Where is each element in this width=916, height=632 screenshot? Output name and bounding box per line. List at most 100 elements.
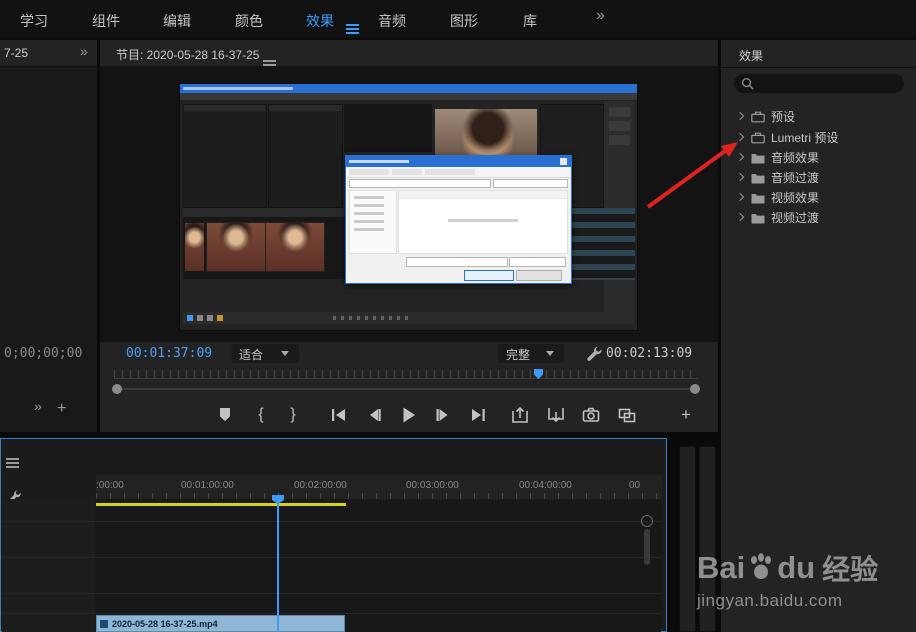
clip-thumbnail-2 <box>266 223 324 271</box>
program-panel-title[interactable]: 节目: 2020-05-28 16-37-25 <box>116 46 259 63</box>
effects-bin-video-transitions[interactable]: 视频过渡 <box>721 207 916 226</box>
mark-out-button[interactable]: } <box>280 402 306 428</box>
lift-button[interactable] <box>507 402 533 428</box>
playback-quality-dropdown[interactable]: 完整 <box>498 344 564 363</box>
button-editor-add-button[interactable]: + <box>673 402 699 428</box>
comparison-icon <box>616 404 638 426</box>
premiere-app-window: 学习 组件 编辑 颜色 效果 音频 图形 库 » 7-25 » 0;00;00;… <box>0 0 916 632</box>
zoom-level-dropdown[interactable]: 适合 <box>231 344 299 363</box>
zoom-handle-right[interactable] <box>690 384 700 394</box>
ruler-label: 00 <box>629 480 640 491</box>
nav-item <box>354 204 384 207</box>
watermark-suffix: 经验 <box>822 548 878 588</box>
play-button[interactable] <box>395 402 421 428</box>
empty-list-message <box>448 219 518 222</box>
zoom-handle-left[interactable] <box>112 384 122 394</box>
timeline-playhead-line[interactable] <box>277 501 279 631</box>
chevron-right-icon[interactable] <box>736 112 744 120</box>
timeline-vertical-scrollbar[interactable] <box>644 529 650 565</box>
timeline-zoom-handle[interactable] <box>641 515 653 527</box>
plus-glyph: + <box>681 405 691 425</box>
timeline-ruler[interactable]: :00:00 00:01:00:00 00:02:00:00 00:03:00:… <box>96 475 662 499</box>
dialog-nav-pane <box>349 190 397 254</box>
tab-effects-active[interactable]: 效果 <box>306 11 334 31</box>
export-frame-button[interactable] <box>578 402 604 428</box>
paw-icon <box>746 551 776 586</box>
workspace-tab-bar: 学习 组件 编辑 颜色 效果 音频 图形 库 » <box>0 0 916 38</box>
effects-bin-label: 视频过渡 <box>771 209 819 226</box>
clip-thumbnail-sliver <box>185 223 204 271</box>
mark-in-button[interactable]: { <box>248 402 274 428</box>
effects-bin-audio-effects[interactable]: 音频效果 <box>721 147 916 166</box>
toolbar-overflow-chevrons[interactable]: » <box>34 398 42 414</box>
tab-audio[interactable]: 音频 <box>378 11 406 31</box>
timeline-clip[interactable]: 2020-05-28 16-37-25.mp4 <box>96 615 345 632</box>
lift-icon <box>509 404 531 426</box>
tab-overflow-chevrons[interactable]: » <box>596 7 605 25</box>
timeline-panel-menu-icon[interactable] <box>6 462 19 464</box>
chip <box>197 315 203 321</box>
go-to-out-button[interactable] <box>465 402 491 428</box>
toolbar-segment <box>349 169 389 175</box>
go-to-in-button[interactable] <box>326 402 352 428</box>
inner-menubar <box>180 93 637 100</box>
track-separator <box>2 557 661 558</box>
ruler-label: 00:02:00:00 <box>294 480 347 491</box>
settings-wrench-icon[interactable] <box>586 345 603 367</box>
toolbar-segment <box>392 169 422 175</box>
watermark-brand-right: du <box>777 550 815 586</box>
effects-bin-audio-transitions[interactable]: 音频过渡 <box>721 167 916 186</box>
dialog-filetype-dropdown <box>509 257 566 267</box>
work-area-bar[interactable] <box>96 503 346 506</box>
effects-bin-video-effects[interactable]: 视频效果 <box>721 187 916 206</box>
add-marker-button[interactable] <box>212 402 238 428</box>
tab-menu-icon[interactable] <box>346 28 359 30</box>
play-icon <box>397 404 419 426</box>
inner-right-slot <box>609 121 630 131</box>
program-monitor-panel: 节目: 2020-05-28 16-37-25 <box>100 40 718 432</box>
effects-search-input[interactable] <box>734 74 904 93</box>
inner-panel-left-b <box>268 104 343 208</box>
step-forward-icon <box>432 404 454 426</box>
tab-libraries[interactable]: 库 <box>523 11 537 31</box>
ruler-label: 00:01:00:00 <box>181 480 234 491</box>
nav-item <box>354 228 384 231</box>
preset-bin-icon <box>751 110 765 128</box>
program-current-timecode[interactable]: 00:01:37:09 <box>126 346 212 361</box>
mini-transport-dots <box>333 316 413 320</box>
toolbar-add-button[interactable]: + <box>57 400 66 418</box>
tab-learn[interactable]: 学习 <box>20 11 48 31</box>
inner-file-dialog <box>345 155 572 284</box>
watermark: Bai du 经验 jingyan.baidu.com <box>697 548 912 611</box>
search-icon <box>741 77 754 95</box>
source-timecode: 0;00;00;00 <box>4 346 82 361</box>
effects-panel-title[interactable]: 效果 <box>739 47 763 64</box>
step-back-button[interactable] <box>361 402 387 428</box>
effects-panel: 效果 预设 Lumetri 预设 音频效果 音频过渡 <box>721 40 916 632</box>
tab-edit[interactable]: 编辑 <box>163 11 191 31</box>
clip-thumbnail-1 <box>207 223 265 271</box>
panel-collapse-chevrons[interactable]: » <box>80 43 88 59</box>
dialog-titlebar <box>346 156 571 167</box>
comparison-view-button[interactable] <box>614 402 640 428</box>
inner-panel-header <box>184 105 266 111</box>
dialog-title-text <box>349 160 409 163</box>
tab-graphics[interactable]: 图形 <box>450 11 478 31</box>
ruler-label: 00:03:00:00 <box>406 480 459 491</box>
chevron-down-icon <box>546 351 554 356</box>
step-forward-button[interactable] <box>430 402 456 428</box>
ruler-label: :00:00 <box>96 480 124 491</box>
tab-assembly[interactable]: 组件 <box>92 11 120 31</box>
inner-titlebar <box>180 84 637 93</box>
inner-panel-left-a <box>183 104 267 208</box>
monitor-zoom-bar[interactable] <box>120 388 692 390</box>
source-panel-title[interactable]: 7-25 <box>4 46 28 60</box>
effects-bin-presets[interactable]: 预设 <box>721 106 916 125</box>
nav-item <box>354 196 384 199</box>
extract-button[interactable] <box>543 402 569 428</box>
effects-bin-lumetri-presets[interactable]: Lumetri 预设 <box>721 127 916 146</box>
tab-color[interactable]: 颜色 <box>235 11 263 31</box>
nav-item <box>354 212 384 215</box>
inner-right-column <box>604 101 635 313</box>
monitor-mini-ruler[interactable] <box>114 370 698 379</box>
